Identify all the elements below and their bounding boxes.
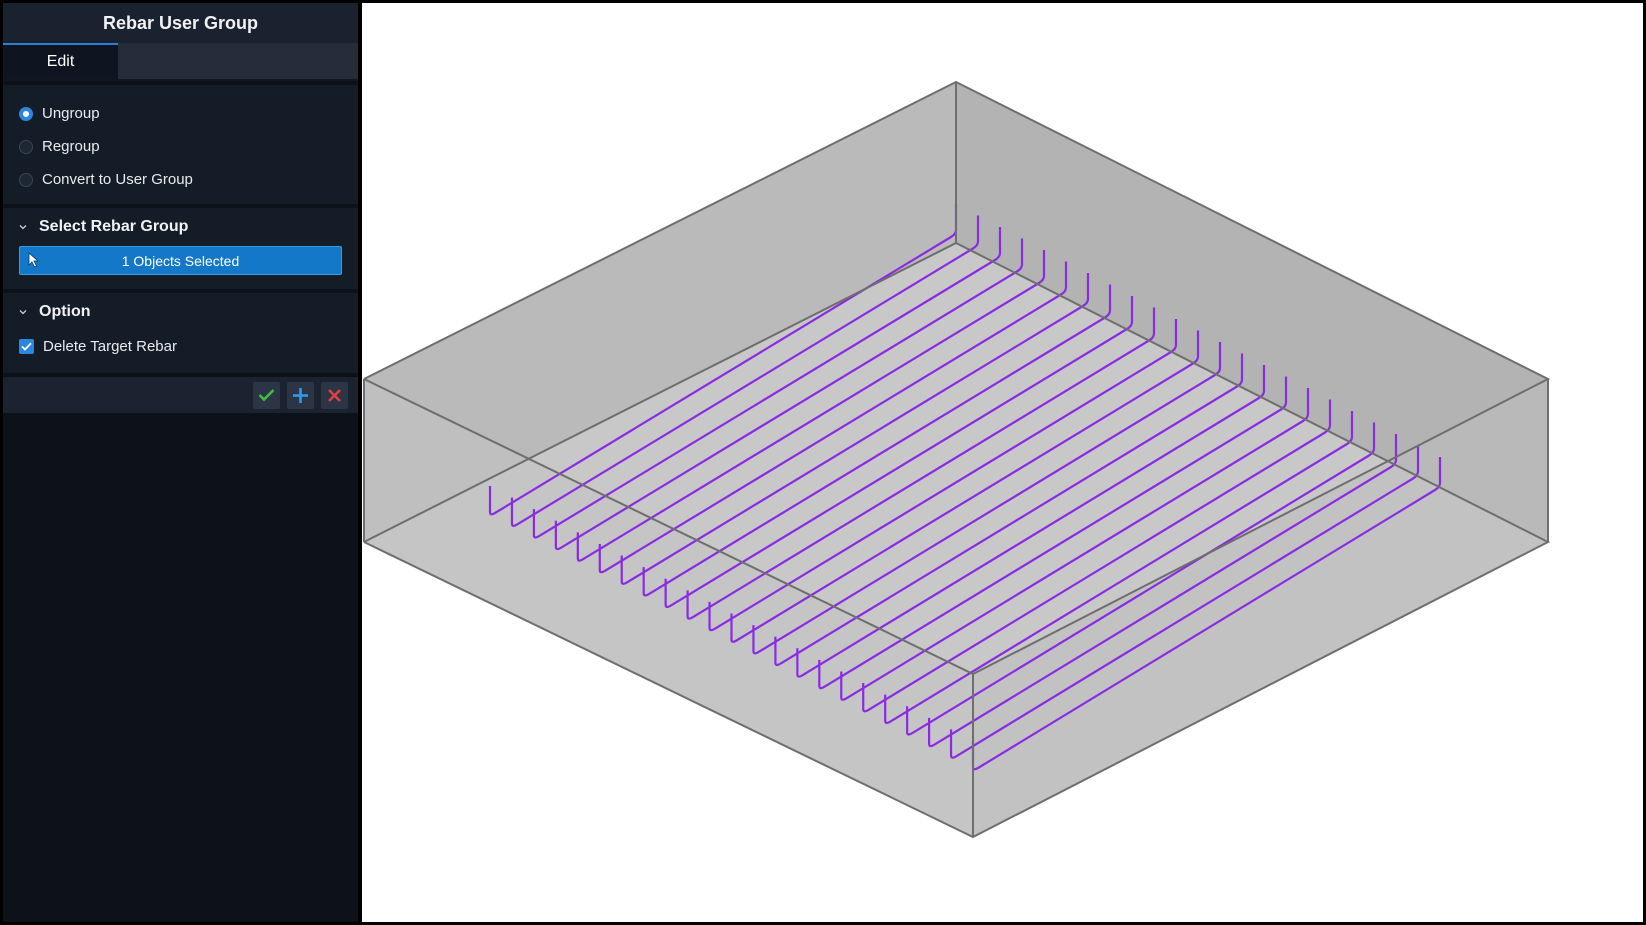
radio-convert-to-user-group[interactable]: Convert to User Group [3,163,358,196]
section-title: Option [39,303,91,320]
select-rebar-group-header[interactable]: Select Rebar Group [3,208,358,246]
rebar-user-group-panel: Rebar User Group Edit Ungroup Regroup Co… [3,3,358,922]
select-rebar-group-section: Select Rebar Group 1 Objects Selected [3,208,358,289]
radio-button[interactable] [19,139,33,154]
section-title: Select Rebar Group [39,218,189,235]
close-icon [328,388,341,402]
application-window: Rebar User Group Edit Ungroup Regroup Co… [0,0,1646,925]
radio-regroup[interactable]: Regroup [3,130,358,163]
option-section: Option Delete Target Rebar [3,293,358,373]
radio-label-ungroup: Ungroup [42,105,100,122]
action-bar [3,377,358,413]
radio-button-selected[interactable] [19,106,33,121]
confirm-button[interactable] [253,381,280,409]
radio-button[interactable] [19,172,33,187]
chevron-down-icon [19,310,27,315]
cancel-button[interactable] [321,381,348,409]
radio-ungroup[interactable]: Ungroup [3,97,358,130]
delete-target-rebar-label: Delete Target Rebar [43,337,177,355]
radio-label-convert: Convert to User Group [42,171,193,188]
tab-edit[interactable]: Edit [3,43,118,79]
add-button[interactable] [287,381,314,409]
panel-title: Rebar User Group [3,3,358,43]
option-header[interactable]: Option [3,293,358,331]
model-viewport[interactable] [362,3,1643,922]
slab-rebar-scene[interactable] [362,3,1643,922]
objects-selected-label: 1 Objects Selected [121,252,240,269]
check-icon [258,389,275,402]
plus-icon [293,387,308,403]
delete-target-rebar-checkbox[interactable] [19,338,34,354]
radio-label-regroup: Regroup [42,138,100,155]
tab-bar: Edit [3,43,358,81]
pointer-cursor-icon [28,252,40,268]
objects-selected-button[interactable]: 1 Objects Selected [19,246,342,275]
chevron-down-icon [19,225,27,230]
check-icon [21,342,32,351]
mode-radio-group: Ungroup Regroup Convert to User Group [3,85,358,204]
delete-target-rebar-checkbox-row[interactable]: Delete Target Rebar [3,331,358,361]
